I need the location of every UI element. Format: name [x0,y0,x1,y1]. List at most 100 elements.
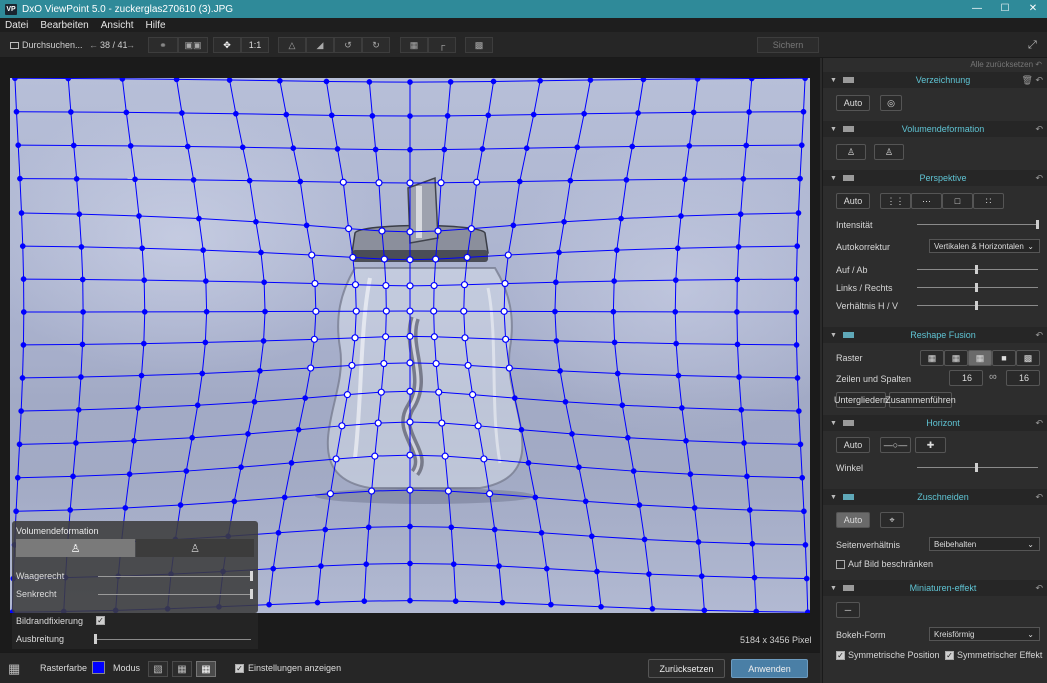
grid-node[interactable] [746,507,753,513]
crop-icon[interactable]: ⌖ [880,512,904,528]
grid-node[interactable] [611,278,617,284]
grid-node[interactable] [351,334,359,342]
symmetric-effect-toggle[interactable]: ✓ Symmetrischer Effekt [945,650,1042,660]
grid-node[interactable] [127,143,134,149]
grid-node[interactable] [203,278,209,284]
grid-node[interactable] [751,574,758,581]
grid-node[interactable] [348,361,356,370]
show-settings-toggle[interactable]: ✓ Einstellungen anzeigen [235,663,341,673]
grid-node[interactable] [452,598,459,604]
grid-node[interactable] [79,341,86,348]
grid-node[interactable] [377,388,385,396]
merge-button[interactable]: Zusammenführen [885,392,956,408]
grid-9-icon[interactable]: ▦ [944,350,968,366]
grid-node[interactable] [119,78,126,82]
browse-button[interactable]: Durchsuchen... [10,37,83,53]
grid-node[interactable] [802,78,808,82]
grid-node[interactable] [132,176,138,183]
grid-node[interactable] [795,408,802,414]
grid-node[interactable] [741,440,747,446]
grid-node[interactable] [630,468,637,474]
rotate-right-icon[interactable]: ↻ [362,37,390,53]
grid-node[interactable] [683,437,689,444]
grid-node[interactable] [695,539,702,545]
grid-node[interactable] [131,437,137,444]
grid-node[interactable] [463,253,471,262]
grid-node[interactable] [447,79,454,85]
grid-node[interactable] [793,276,800,282]
show-settings-checkbox[interactable]: ✓ [235,663,244,673]
minimize-button[interactable]: — [963,0,991,18]
grid-node[interactable] [553,279,559,286]
rows-stepper[interactable]: 16 [949,370,983,386]
grid-node[interactable] [504,251,512,259]
grid-node[interactable] [307,364,315,372]
grid-node[interactable] [13,508,19,515]
grid-node[interactable] [496,563,502,569]
grid-node[interactable] [200,247,207,253]
grid-node[interactable] [569,431,575,437]
grid-node[interactable] [406,307,414,315]
perspective-auto-button[interactable]: Auto [836,193,870,209]
grid-node[interactable] [239,144,246,151]
grid-node[interactable] [581,110,587,117]
horizontal-volume-button[interactable]: ♙ [16,539,135,557]
reset-icon[interactable]: ↶ [1035,492,1043,503]
grid-node[interactable] [407,79,413,85]
menu-ansicht[interactable]: Ansicht [101,20,134,31]
grid-node[interactable] [734,276,741,283]
grid-node[interactable] [246,177,253,184]
grid-node[interactable] [20,276,27,282]
grid-node[interactable] [738,406,745,413]
grid-node[interactable] [253,218,259,225]
grid-node[interactable] [277,78,283,84]
grid-node[interactable] [184,143,191,150]
grid-solid-icon[interactable]: ■ [992,350,1016,366]
grid-node[interactable] [672,308,679,315]
reset-icon[interactable]: ↶ [1035,173,1043,184]
grid-node[interactable] [20,309,27,315]
grid-node[interactable] [382,307,390,315]
grid-node[interactable] [588,533,595,540]
grid-node[interactable] [556,249,562,256]
grid-node[interactable] [177,502,184,508]
grid-node[interactable] [13,108,20,115]
vertical-slider[interactable] [98,594,253,595]
grid-node[interactable] [674,245,681,252]
grid-node[interactable] [460,307,468,315]
grid-node[interactable] [801,508,807,515]
grid-node[interactable] [257,368,263,374]
edge-fixation-checkbox[interactable]: ✓ [96,616,105,625]
grid-node[interactable] [799,474,806,481]
grid-node[interactable] [281,494,288,501]
grid-node[interactable] [461,334,469,342]
grid-node[interactable] [464,361,472,370]
limit-to-image-checkbox[interactable] [836,559,845,569]
grid-node[interactable] [490,78,497,85]
level-line-icon[interactable]: —○— [880,437,911,453]
fullscreen-icon[interactable]: ⤢ [1028,37,1037,53]
grid-node[interactable] [67,507,74,513]
grid-node[interactable] [797,441,804,448]
grid-node[interactable] [406,256,414,264]
grid-node[interactable] [694,78,701,82]
grid-custom-icon[interactable]: ▩ [1016,350,1040,366]
grid-node[interactable] [261,279,267,286]
grid-toggle-icon[interactable]: ▦ [8,661,20,677]
menu-bearbeiten[interactable]: Bearbeiten [40,20,88,31]
grid-node[interactable] [532,494,539,501]
grid-node[interactable] [78,244,85,250]
grid-node[interactable] [75,406,82,413]
vertical-lines-icon[interactable]: ⋮⋮ [880,193,911,209]
grid-node[interactable] [735,244,742,250]
grid-node[interactable] [251,398,258,405]
apply-button[interactable]: Anwenden [731,659,808,678]
grid-node[interactable] [365,524,372,531]
grid-node[interactable] [190,177,197,183]
move-tool-icon[interactable]: ✥ [213,37,241,53]
grid-node[interactable] [430,307,438,315]
grid-node[interactable] [469,391,477,399]
reset-button[interactable]: Zurücksetzen [648,659,725,678]
intensity-slider[interactable] [917,224,1038,225]
grid-node[interactable] [135,405,141,411]
